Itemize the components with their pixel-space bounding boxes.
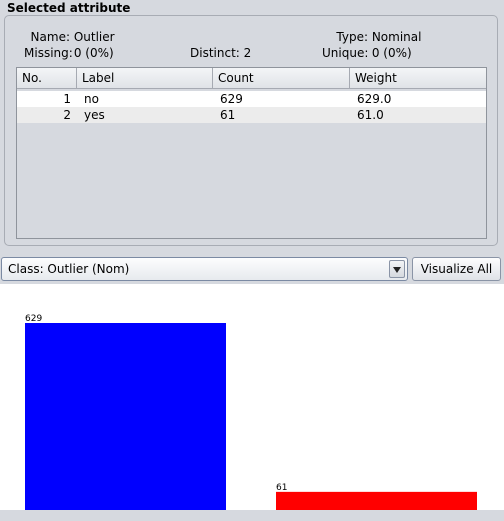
name-row: Name: Outlier	[24, 30, 115, 44]
cell-no: 1	[63, 92, 71, 106]
type-value: Nominal	[371, 30, 422, 44]
missing-row: Missing: 0 (0%)	[24, 46, 114, 60]
unique-value: 0 (0%)	[371, 46, 412, 60]
table-header: No. Label Count Weight	[17, 68, 486, 89]
col-header-label[interactable]: Label	[77, 68, 213, 88]
col-header-no[interactable]: No.	[17, 68, 77, 88]
class-select[interactable]: Class: Outlier (Nom)	[1, 257, 408, 281]
bar-value-label: 629	[25, 314, 42, 324]
distinct-label: Distinct:	[190, 46, 240, 60]
name-label: Name:	[30, 30, 70, 44]
bar-chart-svg: 629 61	[25, 314, 477, 510]
cell-count: 61	[220, 108, 236, 122]
cell-no: 2	[63, 108, 71, 122]
missing-label: Missing:	[24, 46, 73, 60]
missing-value: 0 (0%)	[73, 46, 114, 60]
class-distribution-chart: 629 61	[0, 284, 504, 510]
distinct-row: Distinct: 2	[190, 46, 251, 60]
cell-weight: 629.0	[357, 92, 392, 106]
col-header-weight[interactable]: Weight	[350, 68, 486, 88]
table-row[interactable]: 2 yes 61 61.0	[17, 107, 486, 123]
bar-value-label: 61	[276, 483, 287, 493]
unique-row: Unique: 0 (0%)	[322, 46, 412, 60]
distinct-value: 2	[243, 46, 252, 60]
selected-attribute-title: Selected attribute	[7, 1, 131, 15]
col-header-count[interactable]: Count	[213, 68, 350, 88]
bar-yes	[276, 491, 477, 510]
chevron-down-icon[interactable]	[389, 260, 405, 278]
cell-weight: 61.0	[357, 108, 384, 122]
bottom-strip	[0, 510, 504, 521]
table-row[interactable]: 1 no 629 629.0	[17, 91, 486, 107]
class-select-value: Class: Outlier (Nom)	[8, 262, 130, 276]
name-value: Outlier	[73, 30, 115, 44]
cell-label: no	[84, 92, 99, 106]
type-label: Type:	[336, 30, 368, 44]
visualize-all-button[interactable]: Visualize All	[412, 257, 501, 281]
bar-no	[25, 323, 226, 510]
type-row: Type: Nominal	[322, 30, 421, 44]
unique-label: Unique:	[322, 46, 369, 60]
cell-count: 629	[220, 92, 243, 106]
label-count-table[interactable]: No. Label Count Weight 1 no 629 629.0 2 …	[16, 67, 487, 239]
cell-label: yes	[84, 108, 105, 122]
